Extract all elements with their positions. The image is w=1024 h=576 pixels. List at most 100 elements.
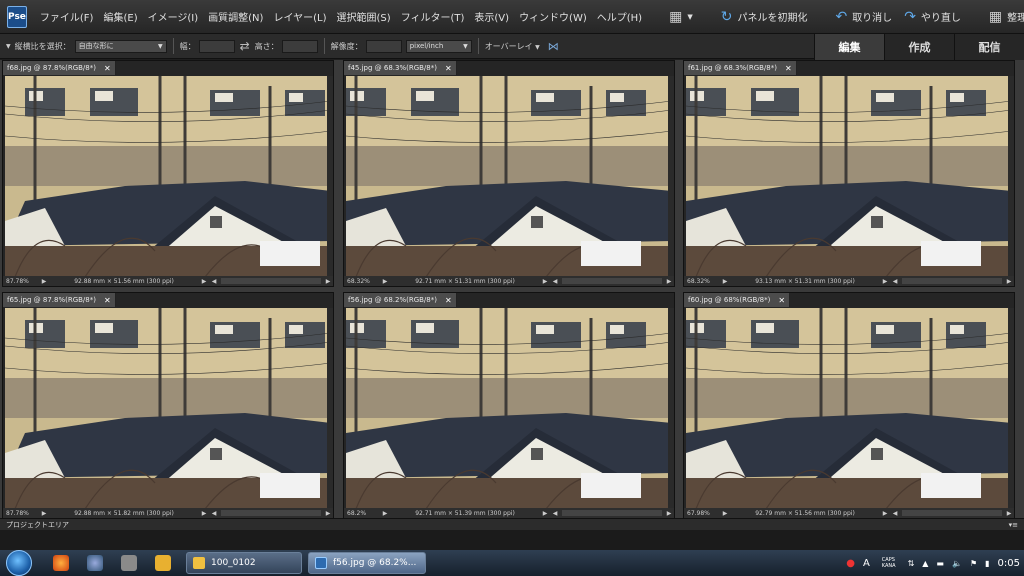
scroll-left-icon[interactable]: ◀: [890, 278, 900, 285]
network-icon[interactable]: ⇅: [908, 559, 915, 568]
scroll-right-icon[interactable]: ▶: [1004, 278, 1014, 285]
status-arrow-icon[interactable]: ▶: [540, 278, 550, 285]
scroll-right-icon[interactable]: ▶: [1004, 510, 1014, 517]
horizontal-scrollbar[interactable]: [562, 510, 662, 516]
document-canvas[interactable]: [5, 308, 331, 509]
zoom-level[interactable]: 87.78%: [3, 278, 39, 285]
project-bin-menu-icon[interactable]: ▾≡: [1009, 521, 1018, 529]
horizontal-scrollbar[interactable]: [562, 278, 662, 284]
document-tab[interactable]: f65.jpg @ 87.8%(RGB/8*) ✕: [3, 293, 116, 307]
menu-layer[interactable]: レイヤー(L): [268, 9, 331, 24]
ie-icon[interactable]: [87, 555, 103, 571]
safely-remove-icon[interactable]: ▬: [936, 559, 944, 568]
vertical-scrollbar[interactable]: [668, 76, 674, 277]
start-button[interactable]: [6, 550, 32, 576]
taskbar-task-folder[interactable]: 100_0102: [186, 552, 302, 574]
tray-arrow-icon[interactable]: ▲: [922, 559, 928, 568]
undo-button[interactable]: ↶ 取り消し: [835, 9, 892, 25]
clock[interactable]: 0:05: [998, 558, 1020, 569]
menu-filter[interactable]: フィルター(T): [396, 9, 470, 24]
app-icon[interactable]: [121, 555, 137, 571]
scroll-left-icon[interactable]: ◀: [890, 510, 900, 517]
firefox-icon[interactable]: [53, 555, 69, 571]
zoom-level[interactable]: 68.32%: [344, 278, 380, 285]
volume-icon[interactable]: 🔈: [952, 559, 962, 568]
commit-crop-icon[interactable]: ⋈: [548, 40, 559, 53]
horizontal-scrollbar[interactable]: [902, 278, 1002, 284]
document-canvas[interactable]: [346, 76, 672, 277]
resolution-unit-select[interactable]: pixel/inch ▼: [405, 39, 472, 53]
document-window[interactable]: f65.jpg @ 87.8%(RGB/8*) ✕ 87.78% ▶ 92.88…: [2, 292, 334, 519]
horizontal-scrollbar[interactable]: [902, 510, 1002, 516]
menu-file[interactable]: ファイル(F): [35, 9, 99, 24]
organize-button[interactable]: ▦ 整理: [989, 9, 1024, 25]
height-input[interactable]: [281, 39, 318, 53]
status-menu-icon[interactable]: ▶: [39, 510, 49, 517]
scroll-right-icon[interactable]: ▶: [664, 278, 674, 285]
swap-dimensions-icon[interactable]: ⇄: [240, 39, 250, 53]
scroll-left-icon[interactable]: ◀: [550, 510, 560, 517]
scroll-right-icon[interactable]: ▶: [323, 510, 333, 517]
vertical-scrollbar[interactable]: [668, 308, 674, 509]
document-canvas[interactable]: [5, 76, 331, 277]
explorer-icon[interactable]: [155, 555, 171, 571]
scroll-left-icon[interactable]: ◀: [209, 510, 219, 517]
close-icon[interactable]: ✕: [445, 64, 452, 73]
document-canvas[interactable]: [686, 308, 1012, 509]
arrange-documents-button[interactable]: ▦ ▼: [669, 9, 693, 25]
document-tab[interactable]: f68.jpg @ 87.8%(RGB/8*) ✕: [3, 61, 116, 75]
menu-view[interactable]: 表示(V): [469, 9, 514, 24]
tool-preset-icon[interactable]: ▼: [6, 43, 11, 50]
document-window[interactable]: f45.jpg @ 68.3%(RGB/8*) ✕ 68.32% ▶ 92.71…: [343, 60, 675, 287]
aspect-ratio-select[interactable]: 自由な形に ▼: [74, 39, 167, 53]
close-icon[interactable]: ✕: [445, 296, 452, 305]
document-tab[interactable]: f45.jpg @ 68.3%(RGB/8*) ✕: [344, 61, 457, 75]
resolution-input[interactable]: [365, 39, 402, 53]
document-window[interactable]: f61.jpg @ 68.3%(RGB/8*) ✕ 68.32% ▶ 93.13…: [683, 60, 1015, 287]
status-arrow-icon[interactable]: ▶: [880, 510, 890, 517]
document-canvas[interactable]: [346, 308, 672, 509]
notification-icon[interactable]: ●: [846, 558, 855, 569]
menu-edit[interactable]: 編集(E): [98, 9, 142, 24]
status-arrow-icon[interactable]: ▶: [199, 510, 209, 517]
scroll-left-icon[interactable]: ◀: [550, 278, 560, 285]
status-arrow-icon[interactable]: ▶: [199, 278, 209, 285]
status-menu-icon[interactable]: ▶: [380, 510, 390, 517]
zoom-level[interactable]: 67.98%: [684, 510, 720, 517]
scroll-right-icon[interactable]: ▶: [664, 510, 674, 517]
document-window[interactable]: f56.jpg @ 68.2%(RGB/8*) ✕ 68.2% ▶ 92.71 …: [343, 292, 675, 519]
menu-image[interactable]: イメージ(I): [143, 9, 204, 24]
vertical-scrollbar[interactable]: [327, 76, 333, 277]
tab-create[interactable]: 作成: [884, 34, 954, 60]
status-arrow-icon[interactable]: ▶: [880, 278, 890, 285]
zoom-level[interactable]: 68.2%: [344, 510, 380, 517]
vertical-scrollbar[interactable]: [1008, 76, 1014, 277]
ime-icon[interactable]: A: [863, 558, 870, 569]
overlay-dropdown[interactable]: オーバーレイ ▼: [485, 41, 540, 52]
tab-share[interactable]: 配信: [954, 34, 1024, 60]
horizontal-scrollbar[interactable]: [221, 510, 321, 516]
menu-window[interactable]: ウィンドウ(W): [514, 9, 592, 24]
reset-panels-button[interactable]: ↻ パネルを初期化: [721, 9, 808, 25]
tab-edit[interactable]: 編集: [814, 34, 884, 60]
document-tab[interactable]: f61.jpg @ 68.3%(RGB/8*) ✕: [684, 61, 797, 75]
status-menu-icon[interactable]: ▶: [720, 510, 730, 517]
close-icon[interactable]: ✕: [778, 296, 785, 305]
document-tab[interactable]: f60.jpg @ 68%(RGB/8*) ✕: [684, 293, 791, 307]
project-bin-bar[interactable]: プロジェクトエリア ▾≡: [0, 518, 1024, 530]
document-window[interactable]: f60.jpg @ 68%(RGB/8*) ✕ 67.98% ▶ 92.79 m…: [683, 292, 1015, 519]
horizontal-scrollbar[interactable]: [221, 278, 321, 284]
status-menu-icon[interactable]: ▶: [720, 278, 730, 285]
menu-select[interactable]: 選択範囲(S): [332, 9, 396, 24]
scroll-right-icon[interactable]: ▶: [323, 278, 333, 285]
status-menu-icon[interactable]: ▶: [39, 278, 49, 285]
taskbar-task-photoshop[interactable]: f56.jpg @ 68.2%...: [308, 552, 426, 574]
document-tab[interactable]: f56.jpg @ 68.2%(RGB/8*) ✕: [344, 293, 457, 307]
document-window[interactable]: f68.jpg @ 87.8%(RGB/8*) ✕ 87.78% ▶ 92.88…: [2, 60, 334, 287]
redo-button[interactable]: ↷ やり直し: [904, 9, 961, 25]
scroll-left-icon[interactable]: ◀: [209, 278, 219, 285]
close-icon[interactable]: ✕: [785, 64, 792, 73]
status-menu-icon[interactable]: ▶: [380, 278, 390, 285]
zoom-level[interactable]: 87.78%: [3, 510, 39, 517]
menu-enhance[interactable]: 画質調整(N): [203, 9, 268, 24]
